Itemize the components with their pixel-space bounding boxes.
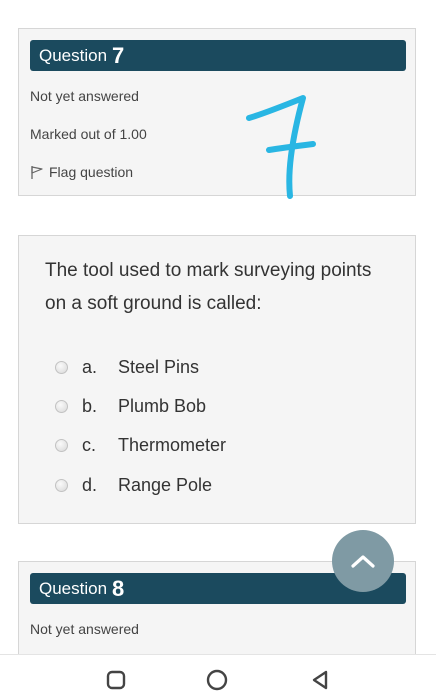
flag-icon [30,165,44,179]
option-c[interactable]: c. Thermometer [55,433,226,457]
option-letter: d. [82,474,98,495]
option-b[interactable]: b. Plumb Bob [55,394,206,418]
option-letter: c. [82,434,97,455]
square-icon [106,670,126,690]
option-radio[interactable] [55,399,68,413]
flag-question-link[interactable]: Flag question [30,164,133,180]
question-state: Not yet answered [30,88,139,104]
option-radio[interactable] [55,360,68,374]
option-d[interactable]: d. Range Pole [55,473,212,497]
option-letter: b. [82,395,98,416]
handwritten-seven-annotation [246,95,316,199]
option-letter: a. [82,356,98,377]
option-a[interactable]: a. Steel Pins [55,355,199,379]
circle-icon [206,669,228,691]
question-marks: Marked out of 1.00 [30,126,147,142]
option-text: Steel Pins [118,356,200,377]
triangle-back-icon [312,670,328,690]
option-text: Plumb Bob [118,395,207,416]
option-text: Thermometer [118,434,227,455]
chevron-up-icon [351,555,375,568]
question-state: Not yet answered [30,621,139,637]
question-card: The tool used to mark surveying points o… [18,235,416,524]
home-button[interactable] [206,669,228,691]
question-label: Question [39,45,108,65]
question-number: 8 [112,575,125,601]
scroll-to-top-button[interactable] [332,530,394,592]
system-navigation-bar [0,654,436,700]
option-text: Range Pole [118,474,213,495]
question-number: 7 [112,42,125,68]
option-radio[interactable] [55,438,68,452]
question-label: Question [39,578,108,598]
option-radio[interactable] [55,478,68,492]
flag-question-label: Flag question [49,164,134,180]
question-7-info-card: Question 7 Not yet answered Marked out o… [18,28,416,196]
back-button[interactable] [309,669,331,691]
question-text: The tool used to mark surveying points o… [45,260,372,314]
question-7-header: Question 7 [30,40,406,71]
recents-button[interactable] [105,669,127,691]
